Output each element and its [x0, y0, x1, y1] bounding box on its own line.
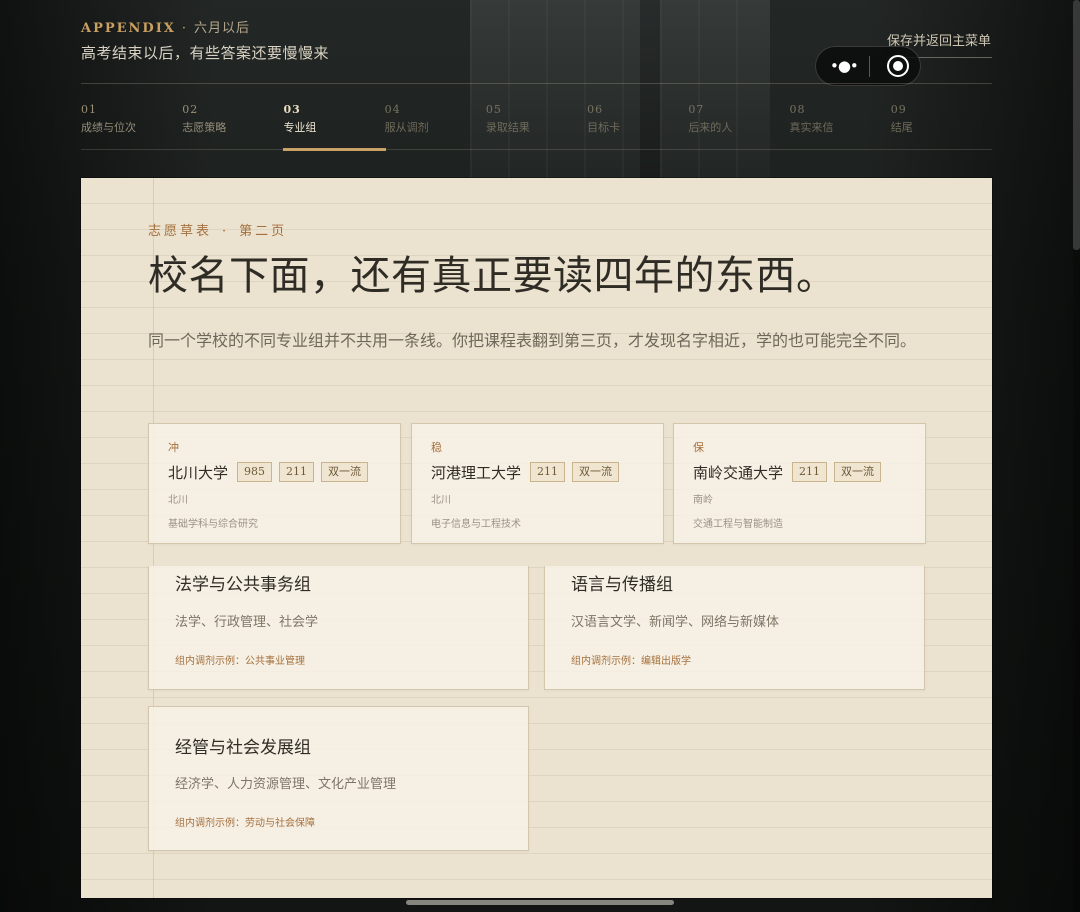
group-name: 语言与传播组 — [571, 575, 673, 595]
step-number: 01 — [81, 103, 97, 116]
school-tag: 双一流 — [572, 462, 620, 482]
step-tab-05[interactable]: 05 录取结果 — [486, 101, 587, 149]
school-name-row: 河港理工大学 211 双一流 — [431, 461, 644, 483]
school-name: 北川大学 — [168, 463, 229, 482]
step-label: 真实来信 — [789, 121, 834, 134]
window-backdrop — [470, 0, 770, 180]
step-tab-08[interactable]: 08 真实来信 — [790, 101, 891, 149]
school-name: 南岭交通大学 — [693, 463, 784, 482]
miniapp-capsule: •●• — [815, 46, 921, 86]
school-focus: 交通工程与智能制造 — [693, 519, 783, 530]
school-focus: 电子信息与工程技术 — [431, 519, 521, 530]
step-number: 02 — [182, 103, 199, 116]
major-group-card-economics[interactable]: 经管与社会发展组 经济学、人力资源管理、文化产业管理 组内调剂示例：劳动与社会保… — [148, 706, 529, 851]
page-subtitle: 高考结束以后，有些答案还要慢慢来 — [81, 44, 330, 62]
eyebrow-sep: · — [222, 224, 230, 239]
school-tag: 211 — [279, 462, 315, 482]
step-label: 后来的人 — [688, 121, 733, 134]
app-screen: APPENDIX · 六月以后 高考结束以后，有些答案还要慢慢来 保存并返回主菜单 … — [0, 0, 1080, 912]
header-divider — [81, 83, 992, 84]
kicker-label: APPENDIX — [81, 21, 176, 36]
group-majors: 法学、行政管理、社会学 — [175, 615, 319, 630]
school-city: 北川 — [168, 495, 188, 506]
school-city: 南岭 — [693, 495, 713, 506]
step-number: 04 — [384, 103, 401, 116]
draft-paper: 志愿草表 · 第二页 校名下面，还有真正要读四年的东西。 同一个学校的不同专业组并不… — [81, 178, 992, 898]
step-label: 志愿策略 — [182, 121, 227, 134]
eyebrow-page: 第二页 — [239, 224, 288, 239]
step-tab-01[interactable]: 01 成绩与位次 — [81, 101, 182, 149]
eyebrow-title: 志愿草表 — [148, 224, 213, 239]
tier-label: 稳 — [431, 441, 442, 454]
step-number: 07 — [688, 103, 705, 116]
tier-label: 冲 — [168, 441, 179, 454]
capsule-divider — [869, 56, 870, 77]
school-name-row: 北川大学 985 211 双一流 — [168, 461, 381, 483]
paper-eyebrow: 志愿草表 · 第二页 — [148, 220, 287, 239]
school-name: 河港理工大学 — [431, 463, 522, 482]
school-tag: 双一流 — [834, 462, 882, 482]
step-tab-06[interactable]: 06 目标卡 — [587, 101, 688, 149]
school-card-beichuan[interactable]: 冲 北川大学 985 211 双一流 北川 基础学科与综合研究 — [148, 423, 401, 544]
step-tab-02[interactable]: 02 志愿策略 — [182, 101, 283, 149]
kicker-sub: 六月以后 — [194, 21, 251, 36]
window-frame — [640, 0, 660, 180]
school-city: 北川 — [431, 495, 451, 506]
step-label: 服从调剂 — [384, 121, 429, 134]
school-tag: 211 — [530, 462, 566, 482]
step-label: 目标卡 — [587, 121, 621, 134]
school-tag: 985 — [237, 462, 273, 482]
school-tag: 双一流 — [321, 462, 369, 482]
step-number: 09 — [890, 103, 907, 116]
steps-divider — [81, 149, 992, 150]
step-label: 成绩与位次 — [81, 121, 136, 134]
kicker-dot: · — [181, 21, 189, 36]
horizontal-scrollbar[interactable] — [406, 900, 674, 905]
school-tag: 211 — [792, 462, 828, 482]
school-name-row: 南岭交通大学 211 双一流 — [693, 461, 906, 483]
step-number: 03 — [283, 103, 301, 116]
step-label: 录取结果 — [485, 121, 530, 134]
group-name: 法学与公共事务组 — [175, 575, 311, 595]
step-tab-03[interactable]: 03 专业组 — [283, 101, 387, 151]
step-label: 结尾 — [890, 121, 913, 134]
group-majors: 经济学、人力资源管理、文化产业管理 — [175, 777, 397, 792]
step-tab-07[interactable]: 07 后来的人 — [688, 101, 789, 149]
group-adjust-example: 组内调剂示例：编辑出版学 — [571, 656, 691, 667]
more-icon[interactable]: •●• — [830, 57, 859, 75]
vertical-scrollbar[interactable] — [1073, 0, 1080, 250]
school-card-hegang[interactable]: 稳 河港理工大学 211 双一流 北川 电子信息与工程技术 — [411, 423, 664, 544]
step-tab-09[interactable]: 09 结尾 — [891, 101, 992, 149]
step-label: 专业组 — [283, 121, 317, 134]
page-lede: 同一个学校的不同专业组并不共用一条线。你把课程表翻到第三页，才发现名字相近，学的… — [148, 331, 917, 350]
close-miniapp-icon[interactable] — [887, 55, 909, 77]
tier-label: 保 — [693, 441, 704, 454]
school-focus: 基础学科与综合研究 — [168, 519, 258, 530]
school-card-nanling[interactable]: 保 南岭交通大学 211 双一流 南岭 交通工程与智能制造 — [673, 423, 926, 544]
step-number: 08 — [789, 103, 806, 116]
page-title: 校名下面，还有真正要读四年的东西。 — [148, 253, 837, 299]
step-number: 06 — [587, 103, 604, 116]
major-group-card-law[interactable]: 法学与公共事务组 法学、行政管理、社会学 组内调剂示例：公共事业管理 — [148, 566, 529, 690]
major-group-card-language[interactable]: 语言与传播组 汉语言文学、新闻学、网络与新媒体 组内调剂示例：编辑出版学 — [544, 566, 925, 690]
group-adjust-example: 组内调剂示例：公共事业管理 — [175, 656, 305, 667]
group-adjust-example: 组内调剂示例：劳动与社会保障 — [175, 818, 315, 829]
step-nav: 01 成绩与位次 02 志愿策略 03 专业组 04 服从调剂 05 录取结果 06 目标卡… — [81, 101, 992, 151]
group-name: 经管与社会发展组 — [175, 738, 311, 758]
step-number: 05 — [485, 103, 502, 116]
group-majors: 汉语言文学、新闻学、网络与新媒体 — [571, 615, 780, 630]
step-tab-04[interactable]: 04 服从调剂 — [385, 101, 486, 149]
appendix-kicker: APPENDIX · 六月以后 — [81, 17, 250, 36]
